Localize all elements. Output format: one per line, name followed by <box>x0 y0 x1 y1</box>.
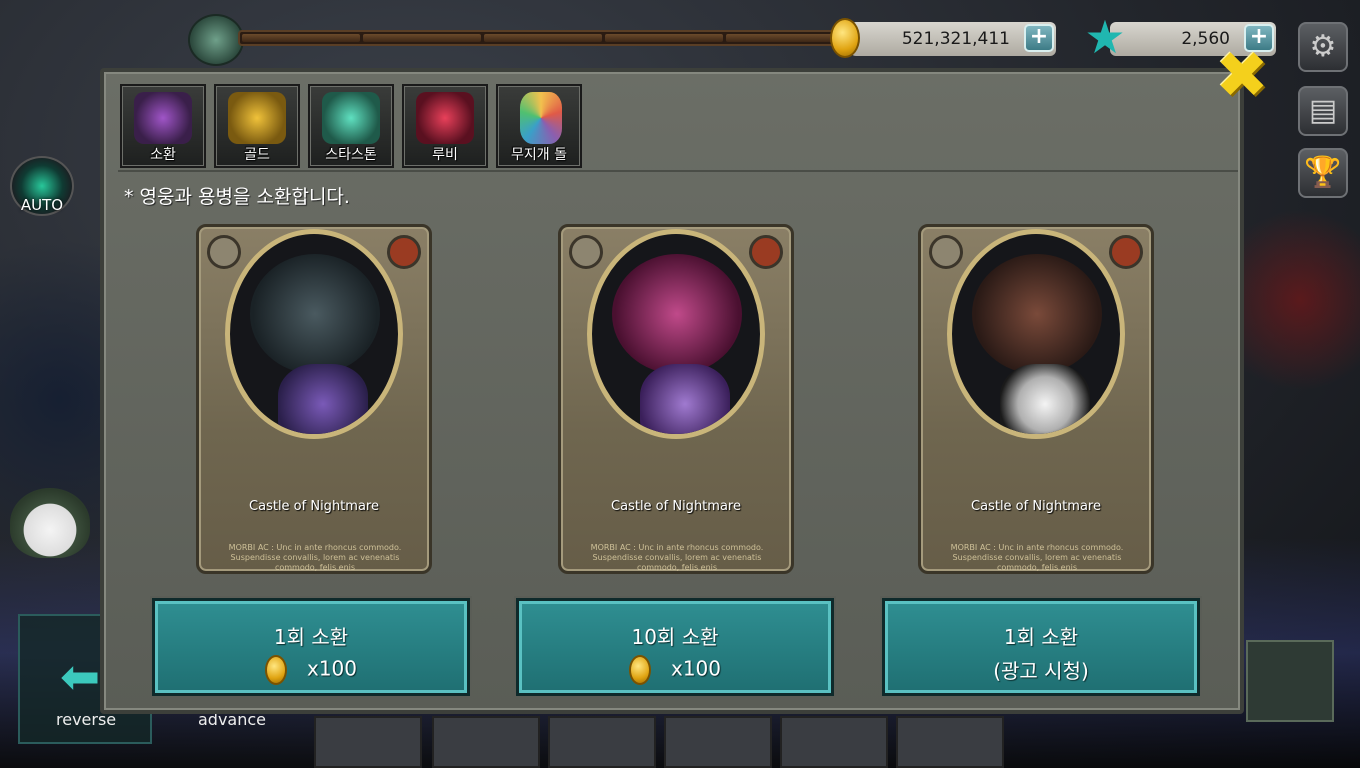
starstone-tab-art <box>322 92 380 144</box>
summon-card-2: Castle of Nightmare MORBI AC : Unc in an… <box>558 224 794 574</box>
summon-card-3: Castle of Nightmare MORBI AC : Unc in an… <box>918 224 1154 574</box>
bottom-card <box>548 716 656 768</box>
button-title: 1회 소환 <box>273 625 349 649</box>
tab-starstone[interactable]: 스타스톤 <box>308 84 394 168</box>
card-title: Castle of Nightmare <box>971 499 1101 514</box>
card-description: MORBI AC : Unc in ante rhoncus commodo. … <box>228 543 402 572</box>
panda-warrior-art <box>972 254 1102 374</box>
close-icon[interactable]: ✖ <box>1214 44 1270 108</box>
button-cost: (광고 시청) <box>993 659 1089 683</box>
tab-label: 골드 <box>244 147 270 163</box>
gold-amount: 521,321,411 <box>901 29 1010 49</box>
bottom-card <box>432 716 540 768</box>
tab-summon[interactable]: 소환 <box>120 84 206 168</box>
progress-segment <box>484 34 602 42</box>
card-info-badge <box>1109 235 1143 269</box>
cost-amount: x100 <box>670 656 721 681</box>
tab-rainbow-stone[interactable]: 무지개 돌 <box>496 84 582 168</box>
star-gem-icon: ★ <box>1084 10 1126 64</box>
dragon-art <box>250 254 380 374</box>
tab-label: 소환 <box>150 147 176 163</box>
card-description: MORBI AC : Unc in ante rhoncus commodo. … <box>590 543 764 572</box>
card-info-badge <box>387 235 421 269</box>
tab-ruby[interactable]: 루비 <box>402 84 488 168</box>
card-description: MORBI AC : Unc in ante rhoncus commodo. … <box>950 543 1124 572</box>
hero-character-art <box>1000 364 1090 434</box>
summon-ad-button[interactable]: 1회 소환 (광고 시청) <box>882 598 1200 696</box>
cost-amount: x100 <box>306 656 357 681</box>
bottom-card <box>314 716 422 768</box>
ruby-tab-art <box>416 92 474 144</box>
trophy-icon[interactable]: 🏆 <box>1298 148 1348 198</box>
card-corner-badge <box>207 235 241 269</box>
arrow-left-icon[interactable]: ⬅ <box>60 652 100 702</box>
progress-segment <box>726 34 844 42</box>
gold-coin-icon <box>830 18 860 58</box>
gold-coin-icon <box>264 655 287 685</box>
tab-label: 스타스톤 <box>325 147 377 163</box>
progress-segment <box>363 34 481 42</box>
rainbow-stone-icon <box>520 92 562 144</box>
hero-character-art <box>278 364 368 434</box>
card-corner-badge <box>569 235 603 269</box>
tab-label: 루비 <box>432 147 458 163</box>
button-title: 1회 소환 <box>1003 625 1079 649</box>
summon-card-1: Castle of Nightmare MORBI AC : Unc in an… <box>196 224 432 574</box>
progress-segment <box>242 34 360 42</box>
progress-segment <box>605 34 723 42</box>
witch-art <box>612 254 742 374</box>
button-cost: x100 <box>519 655 831 685</box>
summon-tab-art <box>134 92 192 144</box>
card-title: Castle of Nightmare <box>249 499 379 514</box>
stage-progress-bar <box>238 30 848 46</box>
tab-label: 무지개 돌 <box>511 147 567 163</box>
hero-character-art <box>640 364 730 434</box>
player-avatar <box>188 14 244 66</box>
card-info-badge <box>749 235 783 269</box>
book-icon[interactable]: ▤ <box>1298 86 1348 136</box>
tab-divider <box>118 170 1238 172</box>
gold-coin-icon <box>628 655 651 685</box>
card-corner-badge <box>929 235 963 269</box>
gold-counter: 521,321,411 + <box>850 22 1056 56</box>
button-cost: x100 <box>155 655 467 685</box>
settings-gear-icon[interactable]: ⚙ <box>1298 22 1348 72</box>
card-title: Castle of Nightmare <box>611 499 741 514</box>
panda-thumbnail <box>1246 640 1334 722</box>
auto-battle-button[interactable]: AUTO <box>10 156 74 216</box>
summon-10x-button[interactable]: 10회 소환 x100 <box>516 598 834 696</box>
card-portrait-frame <box>587 229 765 439</box>
bottom-card <box>664 716 772 768</box>
auto-label: AUTO <box>20 196 64 214</box>
tab-gold[interactable]: 골드 <box>214 84 300 168</box>
gold-tab-art <box>228 92 286 144</box>
add-gold-button[interactable]: + <box>1024 24 1054 52</box>
bottom-card <box>780 716 888 768</box>
summon-description: * 영웅과 용병을 소환합니다. <box>124 186 350 208</box>
summon-1x-button[interactable]: 1회 소환 x100 <box>152 598 470 696</box>
bottom-card <box>896 716 1004 768</box>
card-portrait-frame <box>947 229 1125 439</box>
card-portrait-frame <box>225 229 403 439</box>
button-title: 10회 소환 <box>631 625 719 649</box>
mascot-character <box>10 488 90 558</box>
